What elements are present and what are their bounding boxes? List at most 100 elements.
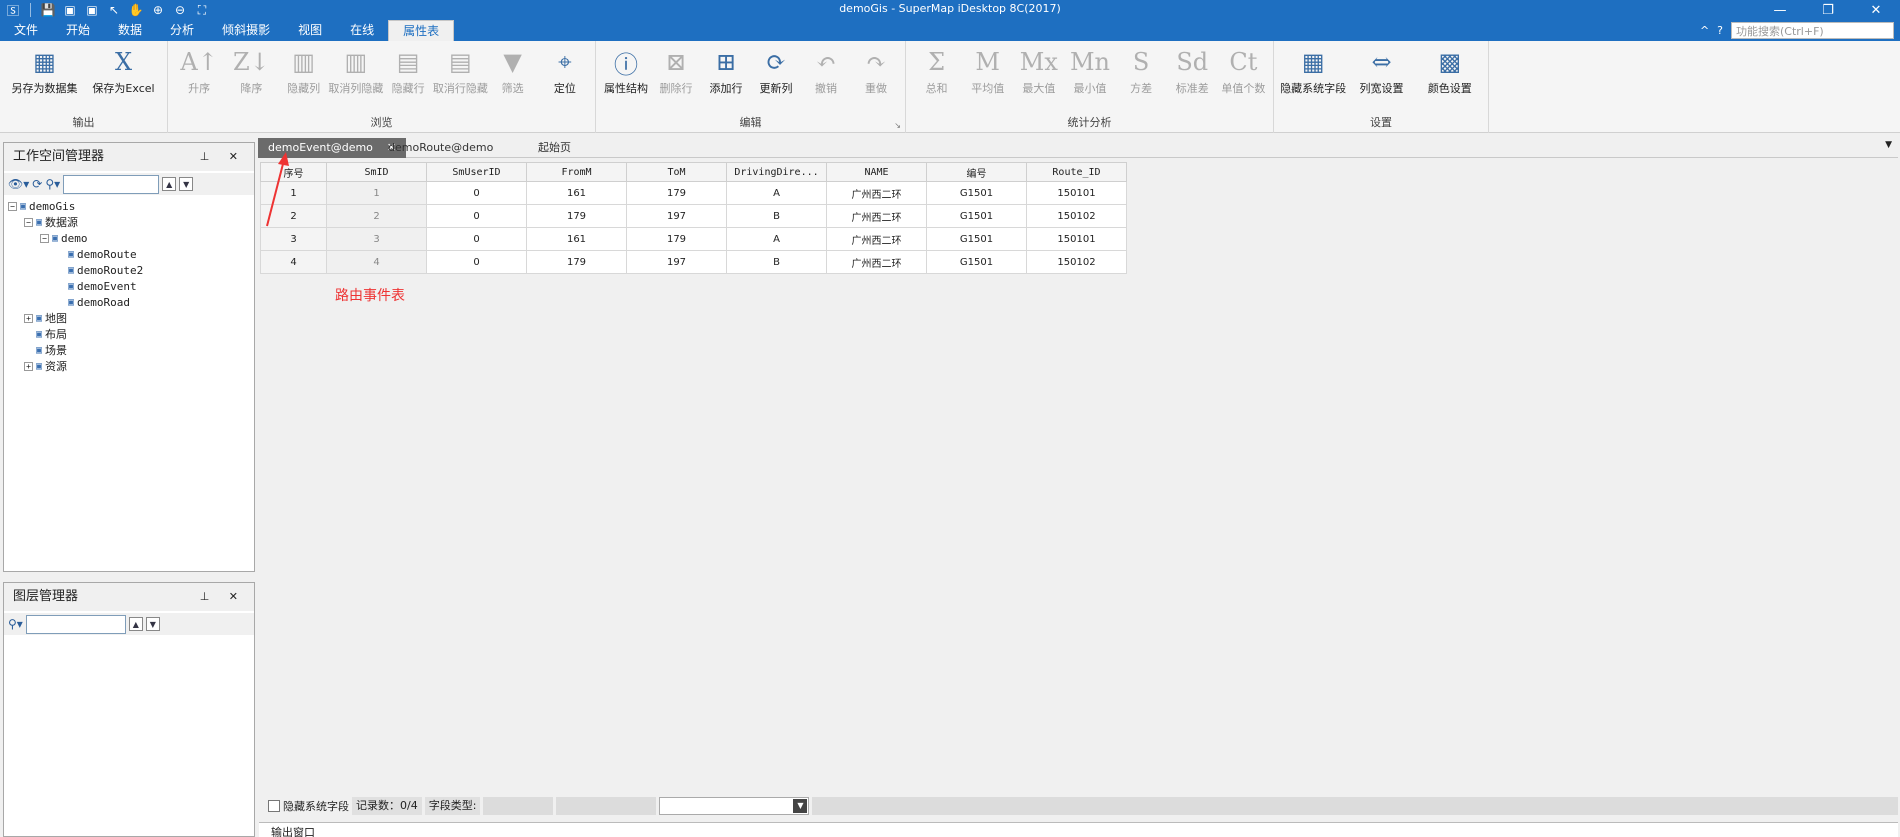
column-header[interactable]: 编号 xyxy=(926,162,1027,182)
ribbon-button[interactable]: X 保存为Excel xyxy=(84,47,163,96)
table-cell[interactable]: 179 xyxy=(626,181,727,205)
tree-node[interactable]: ▣ 场景 xyxy=(24,343,67,357)
refresh-icon[interactable]: ⟳ xyxy=(32,177,42,191)
table-cell[interactable]: A xyxy=(726,181,827,205)
ribbon-button[interactable]: Z↓ 降序 xyxy=(225,47,277,96)
tree-node[interactable]: + ▣ 资源 xyxy=(24,359,67,373)
table-cell[interactable]: 0 xyxy=(426,250,527,274)
table-cell[interactable]: 广州西二环 xyxy=(826,250,927,274)
ribbon-button[interactable]: Mn 最小值 xyxy=(1064,47,1115,96)
ribbon-button[interactable]: Σ 总和 xyxy=(911,47,962,96)
table-cell[interactable]: 179 xyxy=(626,227,727,251)
function-search-input[interactable]: 功能搜索(Ctrl+F) xyxy=(1731,22,1894,39)
table-cell[interactable]: 广州西二环 xyxy=(826,204,927,228)
ribbon-button[interactable]: Mx 最大值 xyxy=(1013,47,1064,96)
ribbon-button[interactable]: ▥ 隐藏列 xyxy=(278,47,330,96)
menu-tab[interactable]: 倾斜摄影 xyxy=(208,20,284,41)
table-cell[interactable]: 150101 xyxy=(1026,227,1127,251)
column-header[interactable]: ToM xyxy=(626,162,727,182)
ribbon-button[interactable]: ▦ 另存为数据集 xyxy=(5,47,84,96)
table-row[interactable]: 2 2 0 179 197 B 广州西二环 G1501 150102 xyxy=(260,204,1127,228)
panel-controls[interactable]: ⊥ ✕ xyxy=(200,583,246,611)
search-down-button[interactable]: ▼ xyxy=(145,617,160,631)
table-cell[interactable]: 广州西二环 xyxy=(826,181,927,205)
restore-button[interactable]: ❐ xyxy=(1804,0,1852,20)
table-cell[interactable]: 150102 xyxy=(1026,204,1127,228)
table-cell[interactable]: 4 xyxy=(326,250,427,274)
column-header[interactable]: DrivingDire... xyxy=(726,162,827,182)
column-header[interactable]: NAME xyxy=(826,162,927,182)
ribbon-button[interactable]: ▤ 隐藏行 xyxy=(382,47,434,96)
dialog-launcher-icon[interactable]: ↘ xyxy=(894,121,901,130)
menu-tab[interactable]: 数据 xyxy=(104,20,156,41)
chevron-down-icon[interactable]: ▼ xyxy=(1885,140,1892,150)
ribbon-button[interactable]: ⟳ 更新列 xyxy=(751,47,801,96)
table-cell[interactable]: B xyxy=(726,204,827,228)
tree-expander-icon[interactable]: − xyxy=(40,233,49,243)
table-cell[interactable]: G1501 xyxy=(926,227,1027,251)
table-cell[interactable]: 150101 xyxy=(1026,181,1127,205)
menu-tab[interactable]: 开始 xyxy=(52,20,104,41)
column-header[interactable]: FromM xyxy=(526,162,627,182)
ribbon-button[interactable]: ▼ 筛选 xyxy=(487,47,539,96)
search-down-button[interactable]: ▼ xyxy=(179,177,194,191)
table-cell[interactable]: G1501 xyxy=(926,181,1027,205)
table-cell[interactable]: 0 xyxy=(426,181,527,205)
ribbon-button[interactable]: ↷ 重做 xyxy=(851,47,901,96)
ribbon-button[interactable]: ▦ 隐藏系统字段 xyxy=(1279,47,1347,96)
menu-tab[interactable]: 文件 xyxy=(0,20,52,41)
table-cell[interactable]: 197 xyxy=(626,204,727,228)
tree-node[interactable]: ▣ demoRoute2 xyxy=(56,263,143,277)
tree-expander-icon[interactable]: − xyxy=(8,201,17,211)
table-cell[interactable]: 161 xyxy=(526,227,627,251)
eye-icon[interactable]: 👁▾ xyxy=(8,177,29,191)
table-cell[interactable]: G1501 xyxy=(926,204,1027,228)
table-cell[interactable]: 0 xyxy=(426,204,527,228)
table-cell[interactable]: 3 xyxy=(326,227,427,251)
ribbon-button[interactable]: ⓘ 属性结构 xyxy=(601,47,651,96)
search-icon[interactable]: ⚲▾ xyxy=(45,177,60,191)
help-icon[interactable]: ? xyxy=(1717,24,1723,37)
menu-tab[interactable]: 在线 xyxy=(336,20,388,41)
ribbon-button[interactable]: ▤ 取消行隐藏 xyxy=(433,47,488,96)
search-up-button[interactable]: ▲ xyxy=(162,177,177,191)
search-up-button[interactable]: ▲ xyxy=(128,617,143,631)
status-dropdown[interactable]: ▼ xyxy=(659,797,810,815)
tree-node[interactable]: ▣ demoRoute xyxy=(56,247,137,261)
ribbon-button[interactable]: ⊞ 添加行 xyxy=(701,47,751,96)
ribbon-button[interactable]: M 平均值 xyxy=(962,47,1013,96)
tree-node[interactable]: − ▣ 数据源 xyxy=(24,215,78,229)
ribbon-button[interactable]: Sd 标准差 xyxy=(1167,47,1218,96)
document-tab[interactable]: 起始页 xyxy=(528,138,581,158)
table-row[interactable]: 1 1 0 161 179 A 广州西二环 G1501 150101 xyxy=(260,181,1127,205)
table-cell[interactable]: 1 xyxy=(326,181,427,205)
workspace-search-input[interactable] xyxy=(63,174,160,194)
table-cell[interactable]: 3 xyxy=(260,227,327,251)
minimize-button[interactable]: — xyxy=(1756,0,1804,20)
menu-tab[interactable]: 属性表 xyxy=(388,20,455,41)
menu-tab[interactable]: 视图 xyxy=(284,20,336,41)
ribbon-button[interactable]: ▩ 颜色设置 xyxy=(1416,47,1484,96)
tree-node[interactable]: ▣ demoEvent xyxy=(56,279,137,293)
table-cell[interactable]: 150102 xyxy=(1026,250,1127,274)
layer-search-input[interactable] xyxy=(25,614,126,634)
tree-node[interactable]: − ▣ demo xyxy=(40,231,88,245)
table-cell[interactable]: 0 xyxy=(426,227,527,251)
panel-controls[interactable]: ⊥ ✕ xyxy=(200,143,246,171)
column-header[interactable]: Route_ID xyxy=(1026,162,1127,182)
table-cell[interactable]: G1501 xyxy=(926,250,1027,274)
table-row[interactable]: 4 4 0 179 197 B 广州西二环 G1501 150102 xyxy=(260,250,1127,274)
tree-expander-icon[interactable]: − xyxy=(24,217,33,227)
close-button[interactable]: ✕ xyxy=(1852,0,1900,20)
menu-tab[interactable]: 分析 xyxy=(156,20,208,41)
ribbon-button[interactable]: ↶ 撤销 xyxy=(801,47,851,96)
table-cell[interactable]: 197 xyxy=(626,250,727,274)
table-cell[interactable]: A xyxy=(726,227,827,251)
table-cell[interactable]: 179 xyxy=(526,204,627,228)
ribbon-button[interactable]: S 方差 xyxy=(1116,47,1167,96)
table-cell[interactable]: B xyxy=(726,250,827,274)
ribbon-button[interactable]: ⌖ 定位 xyxy=(539,47,591,96)
tree-node[interactable]: + ▣ 地图 xyxy=(24,311,67,325)
tree-expander-icon[interactable]: + xyxy=(24,361,33,371)
tree-node[interactable]: − ▣ demoGis xyxy=(8,199,75,213)
